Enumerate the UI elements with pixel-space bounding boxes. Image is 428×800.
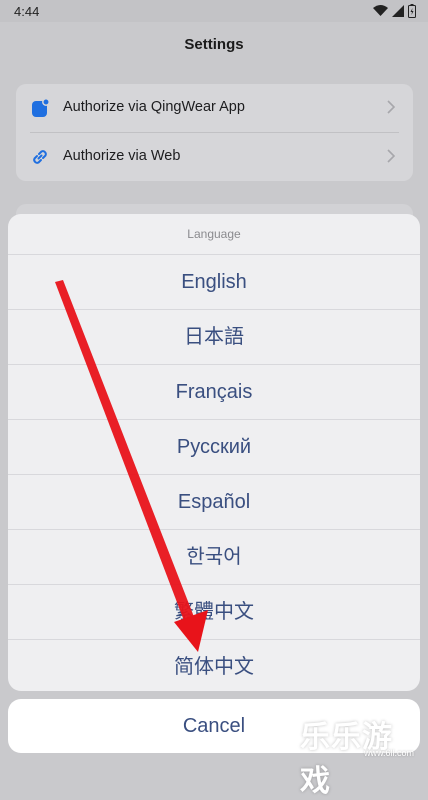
status-icons xyxy=(373,3,416,19)
language-option-korean[interactable]: 한국어 xyxy=(8,530,420,585)
authorize-app-label: Authorize via QingWear App xyxy=(63,99,245,115)
chevron-right-icon xyxy=(387,149,395,163)
status-bar: 4:44 xyxy=(0,0,428,22)
sheet-title: Language xyxy=(8,214,420,255)
link-icon xyxy=(33,150,47,164)
watermark-url: www.6ll.com xyxy=(363,748,414,758)
language-sheet: Language English 日本語 Français Русский Es… xyxy=(8,214,420,691)
app-icon xyxy=(32,98,50,117)
language-option-french[interactable]: Français xyxy=(8,365,420,420)
authorize-app-row[interactable]: Authorize via QingWear App xyxy=(16,84,413,132)
authorize-web-row[interactable]: Authorize via Web xyxy=(16,133,413,181)
battery-icon xyxy=(408,4,416,18)
page-title: Settings xyxy=(184,36,244,53)
wifi-icon xyxy=(373,5,388,16)
status-time: 4:44 xyxy=(14,4,40,19)
chevron-right-icon xyxy=(387,100,395,114)
language-option-simplified-chinese[interactable]: 简体中文 xyxy=(8,640,420,691)
language-option-spanish[interactable]: Español xyxy=(8,475,420,530)
signal-icon xyxy=(392,5,404,17)
language-option-english[interactable]: English xyxy=(8,255,420,310)
language-option-traditional-chinese[interactable]: 繁體中文 xyxy=(8,585,420,640)
language-option-russian[interactable]: Русский xyxy=(8,420,420,475)
watermark: 乐乐游戏 www.6ll.com xyxy=(300,712,422,798)
language-option-japanese[interactable]: 日本語 xyxy=(8,310,420,365)
authorize-card: Authorize via QingWear App Authorize via… xyxy=(16,84,413,181)
authorize-web-label: Authorize via Web xyxy=(63,148,181,164)
